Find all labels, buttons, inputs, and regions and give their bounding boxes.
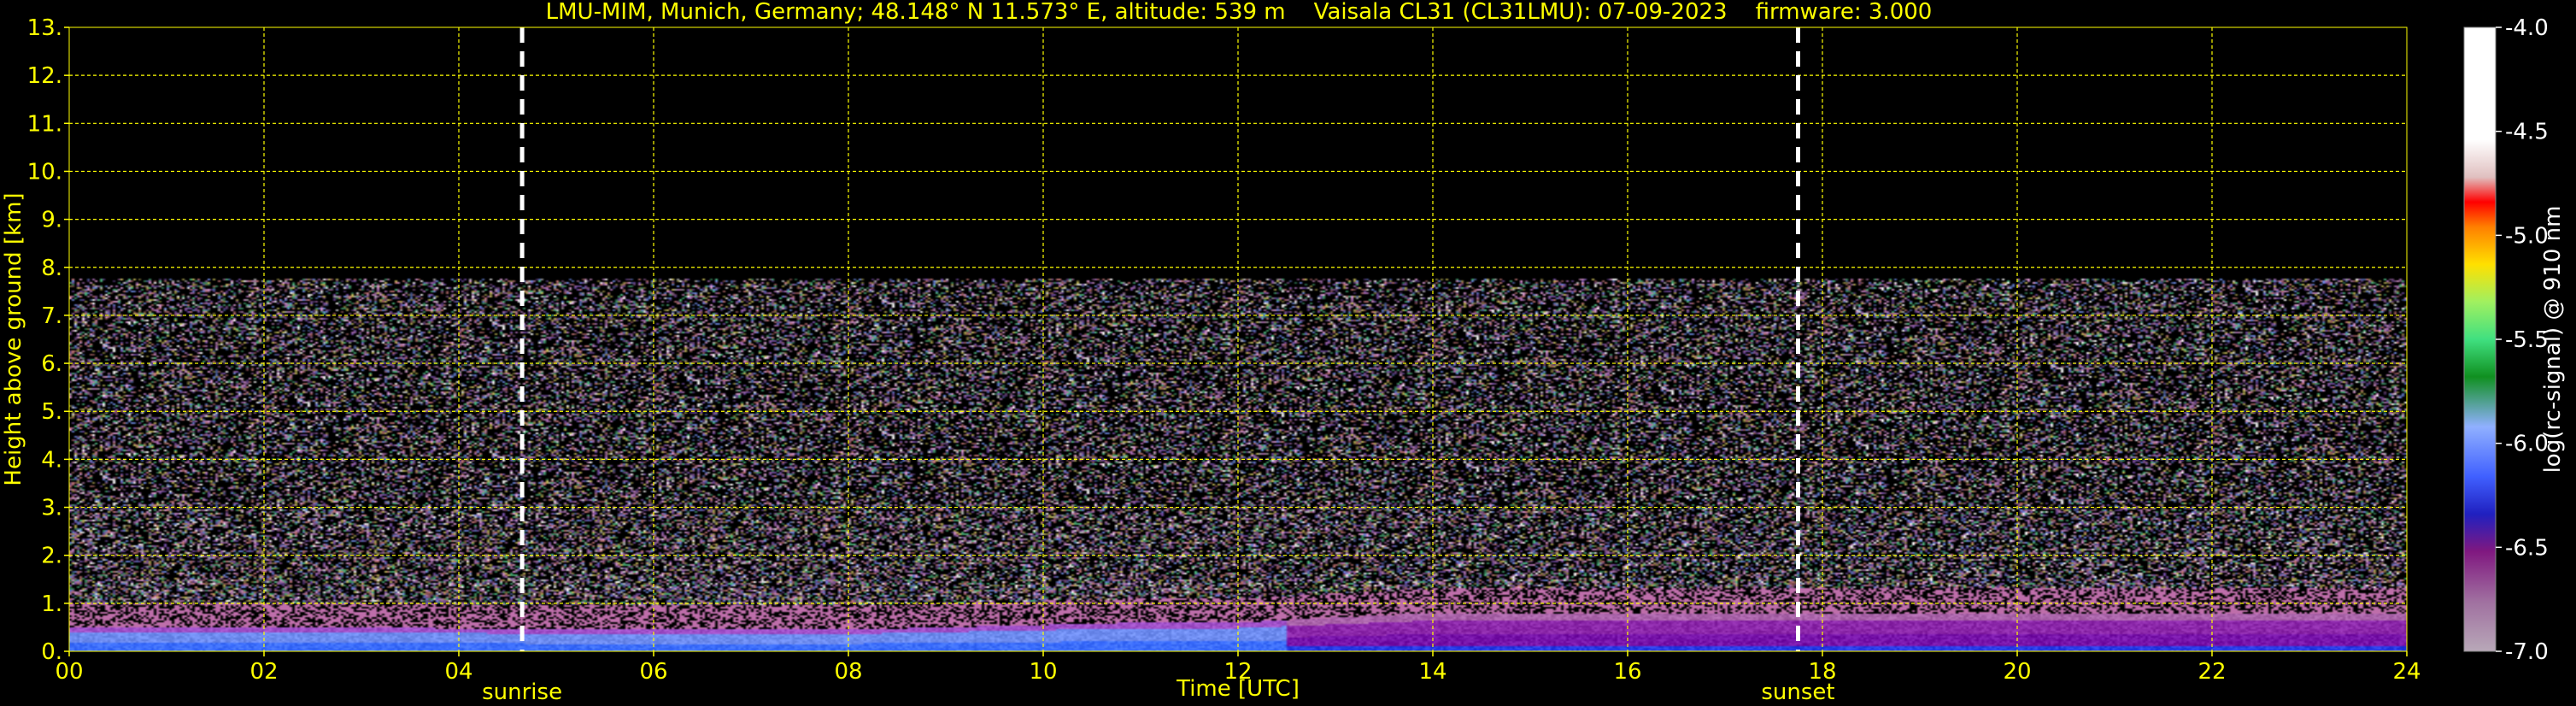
y-tick-label: 2. — [41, 544, 62, 569]
x-tick-label: 22 — [2198, 659, 2226, 685]
x-tick-label: 14 — [1418, 659, 1446, 685]
y-tick-label: 13. — [27, 15, 62, 41]
y-tick-label: 12. — [27, 63, 62, 89]
y-tick-label: 10. — [27, 159, 62, 185]
y-tick-label: 5. — [41, 399, 62, 425]
y-tick-label: 9. — [41, 208, 62, 233]
colorbar: -4.0-4.5-5.0-5.5-6.0-6.5-7.0 log(rc-sign… — [2463, 15, 2566, 665]
x-tick-label: 04 — [444, 659, 472, 685]
x-tick-label: 08 — [834, 659, 862, 685]
x-tick-label: 02 — [249, 659, 278, 685]
sunset-label: sunset — [1761, 680, 1834, 705]
colorbar-gradient — [2464, 27, 2496, 651]
y-axis-ticks: 0.1.2.3.4.5.6.7.8.9.10.11.12.13. — [27, 15, 69, 665]
ceilometer-chart: LMU-MIM, Munich, Germany; 48.148° N 11.5… — [1, 0, 2566, 705]
plot-area — [68, 26, 2408, 652]
x-tick-label: 20 — [2003, 659, 2031, 685]
colorbar-tick-label: -4.5 — [2505, 120, 2549, 145]
colorbar-tick-label: -7.0 — [2505, 639, 2549, 665]
x-tick-label: 06 — [639, 659, 667, 685]
y-tick-label: 6. — [41, 351, 62, 377]
y-tick-label: 1. — [41, 591, 62, 617]
x-tick-label: 24 — [2392, 659, 2421, 685]
y-tick-label: 11. — [27, 111, 62, 137]
colorbar-label: log(rc-signal) @ 910 nm — [2540, 206, 2566, 474]
y-tick-label: 7. — [41, 303, 62, 329]
x-tick-label: 00 — [55, 659, 83, 685]
sunrise-label: sunrise — [482, 680, 562, 705]
x-axis-label: Time [UTC] — [1176, 676, 1300, 702]
y-tick-label: 8. — [41, 256, 62, 281]
y-axis-label: Height above ground [km] — [1, 192, 26, 485]
y-tick-label: 3. — [41, 496, 62, 521]
chart-title: LMU-MIM, Munich, Germany; 48.148° N 11.5… — [546, 0, 1933, 25]
x-tick-label: 10 — [1029, 659, 1057, 685]
colorbar-tick-label: -4.0 — [2505, 15, 2549, 41]
colorbar-tick-label: -6.5 — [2505, 535, 2549, 561]
x-tick-label: 16 — [1613, 659, 1641, 685]
y-tick-label: 4. — [41, 447, 62, 473]
